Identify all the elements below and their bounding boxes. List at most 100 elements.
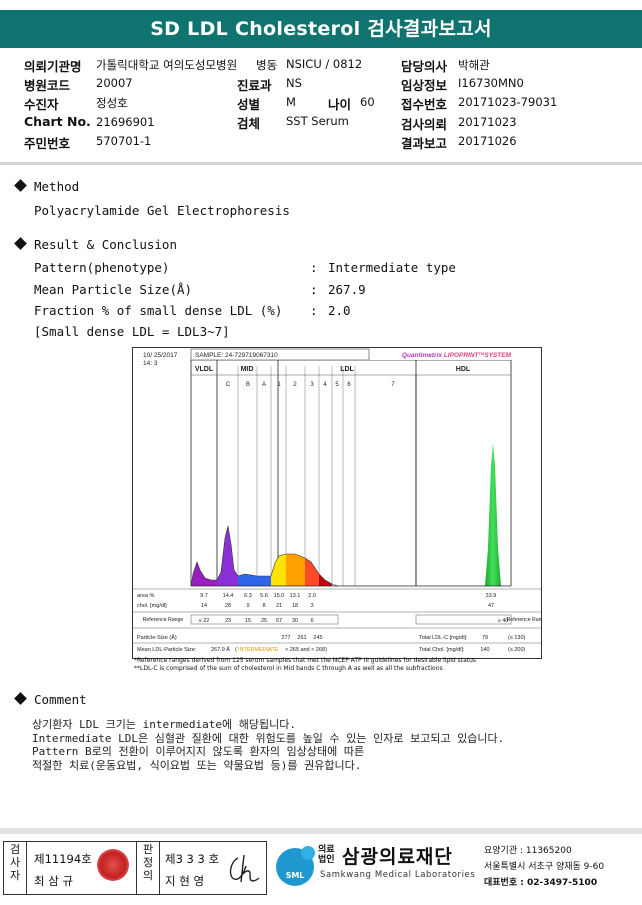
org-phone: 대표번호 : 02-3497-5100 (484, 878, 598, 888)
particle-size-value: 277 (281, 635, 290, 641)
hdl-peak (485, 443, 501, 586)
result-heading: Result & Conclusion (14, 237, 177, 252)
particle-size-value: 245 (313, 635, 322, 641)
institution-label: 의뢰기관명 (24, 59, 82, 74)
total-ldl-label: Total LDL-C [mg/dl]: (419, 635, 468, 641)
particle-size-label: Particle-Size (Å) (137, 634, 177, 641)
total-chol-ref: (≤ 200) (508, 647, 526, 653)
ldl2-peak (286, 554, 305, 586)
mid-a-peak (257, 576, 271, 586)
chol-value-hdl: 47 (488, 603, 494, 609)
pattern-colon: : (310, 260, 318, 275)
electrophoresis-curve (190, 443, 501, 587)
brand-lipoprint: LIPOPRINT (444, 352, 480, 359)
area-label: area % (137, 593, 155, 599)
id-label: 주민번호 (24, 136, 71, 151)
contact-info: 요양기관 : 11365200 서울특별시 서초구 양재동 9-60 대표번호 … (484, 843, 604, 891)
band-group-label: MID (241, 366, 254, 373)
size-label: Mean Particle Size(Å) (34, 282, 193, 297)
result-heading-text: Result & Conclusion (34, 237, 177, 252)
brand-quantimetrix: Quantimetrix (402, 352, 442, 359)
sex-value: M (286, 95, 296, 109)
chol-value: 14 (201, 603, 207, 609)
inspector-label: 검사자 (6, 843, 24, 882)
chart-date: 10/ 25/2017 (143, 352, 178, 359)
mid-c-peak (217, 526, 238, 586)
hospital-code-value: 20007 (96, 76, 133, 90)
size-value: 267.9 (328, 282, 366, 297)
doctor-label: 담당의사 (401, 59, 448, 74)
method-text: Polyacrylamide Gel Electrophoresis (34, 203, 290, 218)
sml-logo-icon: SML (276, 846, 315, 886)
institution-code: 요양기관 : 11365200 (484, 846, 572, 856)
bullet-diamond-icon (14, 692, 27, 705)
request-value: 20171023 (458, 115, 517, 129)
bullet-diamond-icon (14, 179, 27, 192)
vldl-peak (191, 562, 217, 586)
area-value: 5.6 (260, 593, 268, 599)
fraction-label: Fraction % of small dense LDL (%) (34, 303, 283, 318)
inspector-label-text: 검사자 (9, 843, 21, 882)
band-sub-labels: C B A 1 2 3 4 5 6 7 (226, 382, 396, 388)
institution-value: 가톨릭대학교 여의도성모병원 (96, 58, 238, 72)
band-sub-label: 7 (391, 382, 395, 388)
chart-sample: SAMPLE: 24-729719067310 (195, 352, 278, 359)
reviewer-name: 지 현 영 (165, 874, 205, 888)
ref-value: 15 (245, 618, 251, 624)
mean-size-value: 267.9 Å (211, 646, 230, 653)
particle-size-value: 261 (297, 635, 306, 641)
patient-value: 정성호 (96, 96, 128, 110)
sign-divider (159, 842, 160, 894)
ref-value: 57 (276, 618, 282, 624)
pattern-value: Intermediate type (328, 260, 456, 275)
specimen-label: 검체 (237, 116, 261, 131)
id-value: 570701-1 (96, 134, 152, 148)
reviewer-label: 판정의 (139, 843, 157, 882)
chart-footnotes: *Reference ranges derived from 125 serum… (134, 657, 476, 672)
chol-value: 8 (262, 603, 265, 609)
chol-label: chol. [mg/dl] (137, 603, 167, 609)
ward-value: NSICU / 0812 (286, 57, 363, 71)
chol-value: 9 (246, 603, 249, 609)
specimen-value: SST Serum (286, 114, 349, 128)
area-value: 2.0 (308, 593, 316, 599)
chart-no-value: 21696901 (96, 115, 155, 129)
report-title: SD LDL Cholesterol 검사결과보고서 (0, 10, 642, 48)
chol-value: 18 (292, 603, 298, 609)
band-sub-label: 5 (335, 382, 339, 388)
area-value: 13.1 (290, 593, 301, 599)
chart-note-2: **LDL-C is comprised of the sum of chole… (134, 664, 443, 672)
org-english-name: Samkwang Medical Laboratories (320, 870, 476, 880)
band-sub-label: B (246, 382, 250, 388)
age-label: 나이 (328, 97, 352, 112)
doctor-value: 박해관 (458, 58, 490, 72)
ldl3-peak (305, 558, 319, 586)
band-sub-label: 1 (277, 382, 281, 388)
band-group-labels: VLDL MID LDL HDL (195, 366, 471, 373)
ref-right-label: Reference Range (507, 617, 541, 623)
total-chol-label: Total Chol. [mg/dl]: (419, 647, 465, 653)
area-value: 15.0 (274, 593, 285, 599)
chart-table: area % 9.7 14.4 6.3 5.6 15.0 13.1 2.0 33.9 chol. … (133, 588, 547, 653)
ward-label: 병동 (256, 58, 278, 72)
method-heading: Method (14, 179, 80, 194)
total-ldl-ref: (≤ 130) (508, 635, 526, 641)
brand-system: SYSTEM (484, 352, 511, 359)
reviewer-license: 제3 3 3 호 (165, 852, 220, 866)
chart-brand: Quantimetrix LIPOPRINTTMSYSTEM (402, 351, 512, 359)
ref-value: 30 (292, 618, 298, 624)
hospital-code-label: 병원코드 (24, 78, 71, 93)
fraction-value: 2.0 (328, 303, 351, 318)
ref-value: 25 (261, 618, 267, 624)
comment-line: Pattern B로의 전환이 이루어지지 않도록 환자의 임상상태에 따른 (32, 745, 365, 758)
method-heading-text: Method (34, 179, 80, 194)
mean-status: INTERMEDIATE (238, 647, 279, 653)
ref-value: ≤ 22 (199, 618, 210, 624)
comment-line: 적절한 치료(운동요법, 식이요법 또는 약물요법 등)를 권유합니다. (32, 758, 362, 772)
reviewer-label-text: 판정의 (142, 843, 154, 882)
report-date-value: 20171026 (458, 134, 517, 148)
patient-info: 의뢰기관명 가톨릭대학교 여의도성모병원 병동 NSICU / 0812 담당의… (0, 52, 642, 152)
small-dense-note: [Small dense LDL = LDL3~7] (34, 324, 230, 339)
sign-divider (136, 842, 137, 894)
dept-value: NS (286, 76, 302, 90)
